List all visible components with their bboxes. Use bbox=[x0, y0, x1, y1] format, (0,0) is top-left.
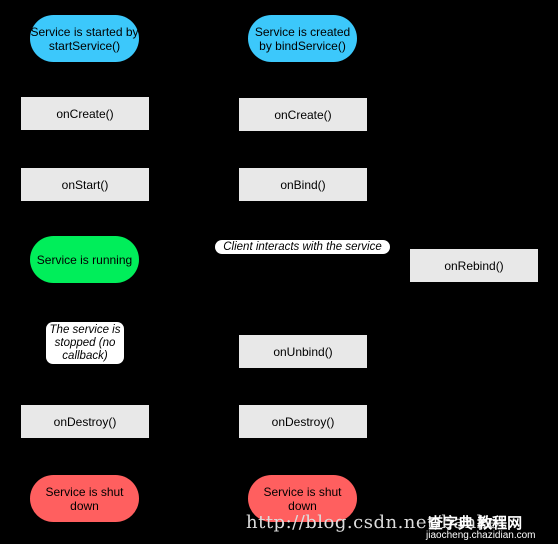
watermark-site: jiaocheng.chazidian.com bbox=[426, 530, 536, 541]
onunbind-node: onUnbind() bbox=[239, 335, 367, 368]
started-by-startservice-node: Service is started by startService() bbox=[30, 15, 139, 62]
client-interacts-label: Client interacts with the service bbox=[215, 240, 390, 254]
onbind-node: onBind() bbox=[239, 168, 367, 201]
running-node: Service is running bbox=[30, 236, 139, 283]
right-oncreate-node: onCreate() bbox=[239, 98, 367, 131]
left-oncreate-node: onCreate() bbox=[21, 97, 149, 130]
created-by-bindservice-node: Service is created by bindService() bbox=[248, 15, 357, 62]
left-shutdown-node: Service is shut down bbox=[30, 475, 139, 522]
stopped-label: The service is stopped (no callback) bbox=[46, 322, 124, 364]
service-lifecycle-diagram: Service is started by startService() onC… bbox=[0, 0, 558, 544]
left-ondestroy-node: onDestroy() bbox=[21, 405, 149, 438]
right-ondestroy-node: onDestroy() bbox=[239, 405, 367, 438]
onstart-node: onStart() bbox=[21, 168, 149, 201]
onrebind-node: onRebind() bbox=[410, 249, 538, 282]
